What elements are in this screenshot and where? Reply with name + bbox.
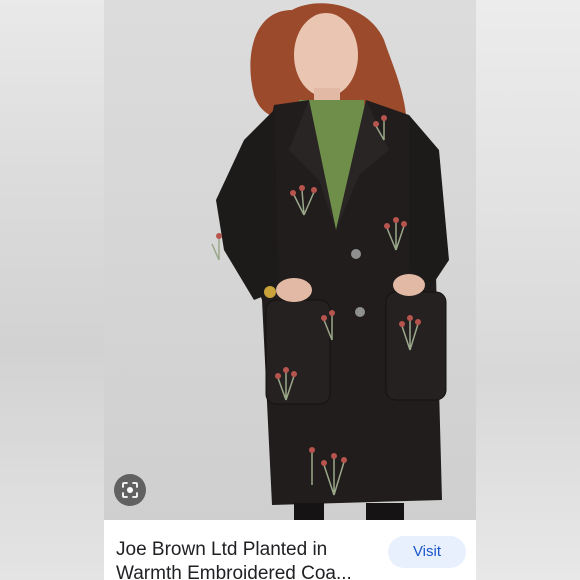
result-caption: Joe Brown Ltd Planted in Warmth Embroide… [104, 520, 476, 580]
hand-right [393, 274, 425, 296]
coat-button-top [351, 249, 361, 259]
blurred-background-right [476, 0, 580, 580]
lens-button[interactable] [114, 474, 146, 506]
pocket-right [385, 291, 447, 401]
product-photo[interactable] [104, 0, 476, 520]
result-title[interactable]: Joe Brown Ltd Planted in Warmth Embroide… [116, 538, 366, 580]
image-result-card[interactable]: Joe Brown Ltd Planted in Warmth Embroide… [104, 0, 476, 580]
leg-left [294, 503, 324, 520]
lens-icon [121, 481, 139, 499]
hand-left [276, 278, 312, 302]
result-title-line-1: Joe Brown Ltd Planted in [116, 539, 328, 560]
pocket-left [265, 299, 331, 405]
visit-button[interactable]: Visit [388, 536, 466, 568]
coat-button-bottom [355, 307, 365, 317]
face [294, 13, 358, 97]
blurred-background-left [0, 0, 104, 580]
result-title-line-2: Warmth Embroidered Coa... [116, 563, 352, 580]
wristwatch [264, 286, 276, 298]
leg-right [366, 503, 404, 520]
